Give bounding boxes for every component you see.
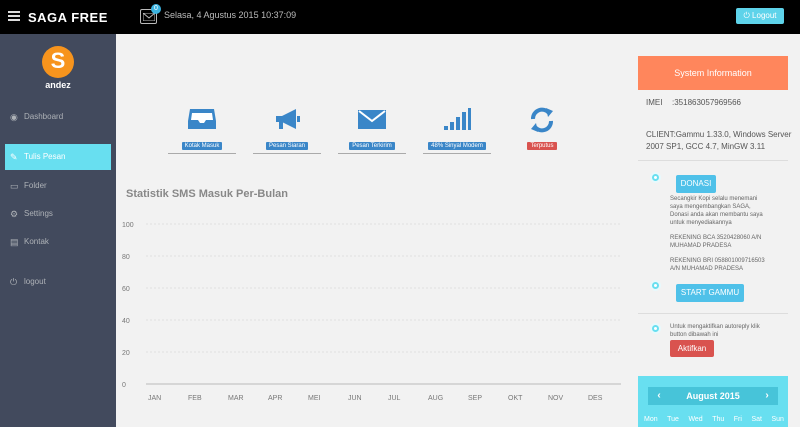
x-tick-label: DES [588, 395, 603, 402]
imei-value: :351863057969566 [672, 98, 741, 107]
sidebar-item-dashboard[interactable]: ◉ Dashboard [0, 104, 116, 130]
weekday-label: Wed [688, 416, 703, 423]
y-tick-label: 0 [122, 382, 126, 389]
calendar-header: ‹ August 2015 › [648, 387, 778, 405]
divider [338, 153, 406, 154]
y-tick-label: 80 [122, 254, 130, 261]
quick-link-label: Pesan Terkirim [349, 142, 395, 150]
sidebar-item-label: logout [24, 277, 46, 286]
chart-title: Statistik SMS Masuk Per-Bulan [126, 188, 288, 200]
x-tick-label: MAR [228, 395, 244, 402]
timeline-dot-icon [650, 280, 661, 291]
client-info: CLIENT:Gammu 1.33.0, Windows Server 2007… [646, 130, 792, 151]
sidebar-item-label: Folder [24, 181, 47, 190]
envelope-icon [338, 107, 406, 135]
divider [253, 153, 321, 154]
right-panel: System Information IMEI :351863057969566… [628, 34, 800, 427]
x-tick-label: NOV [548, 395, 564, 402]
sidebar-item-logout[interactable]: ⏻ logout [0, 269, 116, 295]
refresh-icon [508, 107, 576, 135]
calendar-weekdays: Mon Tue Wed Thu Fri Sat Sun [644, 416, 784, 423]
y-tick-label: 100 [122, 222, 134, 229]
power-icon: ⏻ [10, 277, 18, 287]
x-tick-label: JUN [348, 395, 362, 402]
dashboard-icon: ◉ [10, 112, 18, 122]
sidebar-item-label: Tulis Pesan [24, 152, 66, 161]
sidebar-item-kontak[interactable]: ▤ Kontak [0, 229, 116, 255]
sidebar-item-folder[interactable]: ▭ Folder [0, 173, 116, 199]
imei-label: IMEI [646, 98, 663, 107]
weekday-label: Mon [644, 416, 658, 423]
chevron-left-icon[interactable]: ‹ [652, 387, 666, 405]
sidebar-item-tulis-pesan[interactable]: ✎ Tulis Pesan [5, 144, 111, 170]
divider [638, 160, 788, 161]
quick-link-terputus[interactable]: Terputus [508, 107, 576, 157]
logout-button[interactable]: ⏻ Logout [736, 8, 784, 24]
donasi-text: Secangkir Kopi selalu menemani saya meng… [670, 196, 763, 226]
brand-title: SAGA FREE [28, 10, 108, 25]
quick-link-pesan-siaran[interactable]: Pesan Siaran [253, 107, 321, 157]
logout-label: Logout [752, 11, 777, 20]
x-tick-label: JUL [388, 395, 401, 402]
compose-icon: ✎ [10, 152, 18, 162]
weekday-label: Fri [733, 416, 742, 423]
sidebar-item-label: Kontak [24, 237, 49, 246]
quick-link-label: Kotak Masuk [181, 142, 223, 150]
y-tick-label: 40 [122, 318, 130, 325]
y-tick-label: 20 [122, 350, 130, 357]
timeline-dot-icon [650, 323, 661, 334]
x-tick-label: SEP [468, 395, 482, 402]
quick-link-sinyal-modem[interactable]: 48% Sinyal Modem [423, 107, 491, 157]
x-tick-label: MEI [308, 395, 321, 402]
x-tick-label: AUG [428, 395, 443, 402]
quick-link-kotak-masuk[interactable]: Kotak Masuk [168, 107, 236, 157]
sidebar-item-label: Settings [24, 209, 53, 218]
top-bar: SAGA FREE 0 Selasa, 4 Agustus 2015 10:37… [0, 0, 800, 34]
weekday-label: Thu [712, 416, 725, 423]
sms-chart: 100 80 60 40 20 0 JAN FEB MAR APR MEI JUN JUL AUG SEP… [122, 222, 621, 402]
weekday-label: Sat [751, 416, 762, 423]
contact-book-icon: ▤ [10, 237, 19, 247]
x-tick-label: APR [268, 395, 282, 402]
quick-link-label: Terputus [527, 142, 557, 150]
sidebar-item-settings[interactable]: ⚙ Settings [0, 201, 116, 227]
timeline-dot-icon [650, 172, 661, 183]
folder-icon: ▭ [10, 181, 19, 191]
x-tick-label: FEB [188, 395, 202, 402]
username: andez [45, 80, 71, 90]
megaphone-icon [253, 107, 321, 135]
quick-link-label: Pesan Siaran [265, 142, 309, 150]
signal-icon [423, 107, 491, 135]
sidebar: S andez ◉ Dashboard ✎ Tulis Pesan ▭ Fold… [0, 34, 116, 427]
donasi-button[interactable]: DONASI [676, 175, 716, 193]
x-tick-label: OKT [508, 395, 523, 402]
calendar: ‹ August 2015 › Mon Tue Wed Thu Fri Sat … [638, 376, 788, 427]
quick-link-pesan-terkirim[interactable]: Pesan Terkirim [338, 107, 406, 157]
main-content: Kotak Masuk Pesan Siaran Pesan Terkirim … [116, 34, 628, 427]
divider [423, 153, 491, 154]
inbox-icon [168, 107, 236, 135]
autoreply-text: Untuk mengaktifkan autoreply klik button… [670, 324, 760, 338]
datetime-display: Selasa, 4 Agustus 2015 10:37:09 [164, 10, 297, 20]
x-tick-label: JAN [148, 395, 161, 402]
power-icon: ⏻ [743, 11, 750, 20]
aktifkan-button[interactable]: Aktifkan [670, 340, 714, 357]
quick-link-label: 48% Sinyal Modem [428, 142, 486, 150]
divider [638, 313, 788, 314]
mail-count-badge: 0 [151, 4, 161, 14]
calendar-month: August 2015 [686, 391, 740, 401]
y-tick-label: 60 [122, 286, 130, 293]
start-gammu-button[interactable]: START GAMMU [676, 284, 744, 302]
chevron-right-icon[interactable]: › [760, 387, 774, 405]
rekening-bri: REKENING BRI 058801009716503 A/N MUHAMAD… [670, 258, 765, 272]
weekday-label: Sun [771, 416, 784, 423]
sidebar-item-label: Dashboard [24, 112, 64, 121]
menu-toggle-icon[interactable] [8, 11, 20, 21]
avatar: S [42, 46, 74, 78]
weekday-label: Tue [667, 416, 679, 423]
rekening-bca: REKENING BCA 3520428060 A/N MUHAMAD PRAD… [670, 235, 762, 249]
system-information-header: System Information [638, 56, 788, 90]
divider [168, 153, 236, 154]
cogs-icon: ⚙ [10, 209, 19, 219]
